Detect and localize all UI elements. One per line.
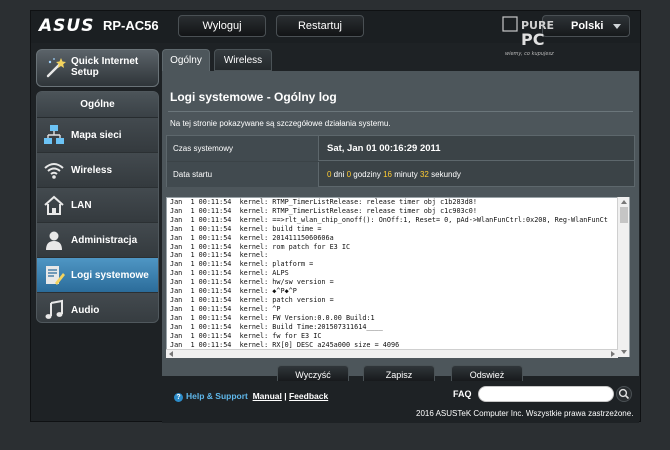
faq-search-input[interactable] — [478, 386, 614, 402]
help-support-bar: ? Help & Support Manual | Feedback — [174, 391, 328, 402]
sidebar-item-label: Audio — [71, 305, 100, 316]
uptime-value: 0 dni 0 godziny 16 minuty 32 sekundy — [327, 162, 461, 187]
log-line: Jan 1 00:11:54 kernel: RTMP_TimerListRel… — [170, 206, 477, 215]
sidebar-item-network-map[interactable]: Mapa sieci — [37, 118, 158, 153]
log-line: Jan 1 00:11:54 kernel: FW Version:0.0.00… — [170, 313, 375, 322]
log-line: Jan 1 00:11:54 kernel: 20141115060606a — [170, 233, 334, 242]
log-line: Jan 1 00:11:54 kernel: platform = — [170, 260, 314, 269]
purepc-watermark-logo: PURE PC wiemy, co kupujesz — [502, 16, 554, 57]
sidebar-item-system-log[interactable]: Logi systemowe — [37, 258, 158, 293]
sidebar-item-label: Wireless — [71, 165, 113, 176]
logout-button[interactable]: Wyloguj — [178, 15, 266, 37]
uptime-label: Data startu — [167, 162, 319, 187]
log-line: Jan 1 00:11:54 kernel: RTMP_TimerListRel… — [170, 198, 477, 206]
system-time-value: Sat, Jan 01 00:16:29 2011 — [327, 143, 441, 154]
model-name: RP-AC56 — [103, 18, 159, 33]
music-note-icon — [45, 299, 63, 319]
uptime-row: Data startu 0 dni 0 godziny 16 minuty 32… — [167, 162, 634, 187]
log-line: Jan 1 00:11:54 kernel: build time = — [170, 224, 322, 233]
uptime-minutes: 16 — [383, 170, 392, 179]
magic-wand-icon — [46, 58, 66, 78]
main-panel: Logi systemowe - Ogólny log Na tej stron… — [162, 71, 639, 376]
scroll-down-icon[interactable] — [621, 350, 627, 354]
help-support-label: Help & Support — [186, 391, 248, 401]
quick-setup-label: Quick Internet Setup — [71, 56, 139, 78]
log-textarea[interactable]: Jan 1 00:11:54 kernel: RTMP_TimerListRel… — [166, 197, 630, 357]
restart-button[interactable]: Restartuj — [276, 15, 364, 37]
log-line: Jan 1 00:11:54 kernel: ==>rlt_wlan_chip_… — [170, 215, 608, 224]
log-horizontal-scrollbar[interactable] — [166, 349, 618, 358]
sidebar-item-label: Logi systemowe — [71, 270, 149, 281]
faq-search-button[interactable] — [616, 386, 632, 402]
system-time-label: Czas systemowy — [167, 136, 319, 161]
scroll-thumb[interactable] — [620, 207, 628, 223]
log-line: Jan 1 00:11:54 kernel: patch version = — [170, 295, 334, 304]
footer-separator: | — [281, 391, 289, 401]
feedback-link[interactable]: Feedback — [289, 391, 328, 401]
log-line: Jan 1 00:11:54 kernel: ALPS — [170, 269, 289, 278]
page-title: Logi systemowe - Ogólny log — [170, 90, 337, 104]
person-icon — [46, 231, 62, 250]
log-line: Jan 1 00:11:54 kernel: fw for E3 IC — [170, 331, 322, 340]
sidebar-item-label: LAN — [71, 200, 92, 211]
scroll-up-icon[interactable] — [621, 200, 627, 204]
question-mark-icon: ? — [174, 393, 183, 402]
tab-general-log[interactable]: Ogólny log — [162, 49, 210, 88]
sidebar-item-lan[interactable]: LAN — [37, 188, 158, 223]
log-line: Jan 1 00:11:54 kernel: rom patch for E3 … — [170, 242, 351, 251]
network-map-icon — [44, 125, 64, 144]
router-admin-window: ASUS RP-AC56 Wyloguj Restartuj Polski PU… — [30, 10, 641, 423]
log-line: Jan 1 00:11:54 kernel: Build Time:201507… — [170, 322, 383, 331]
scroll-left-icon[interactable] — [169, 351, 173, 357]
page-description: Na tej stronie pokazywane są szczegółowe… — [170, 119, 391, 128]
home-icon — [44, 195, 64, 215]
title-divider — [168, 111, 633, 112]
log-line: Jan 1 00:11:54 kernel: ◆^P◆^P — [170, 287, 297, 296]
manual-link[interactable]: Manual — [253, 391, 282, 401]
sidebar-item-audio[interactable]: Audio — [37, 293, 158, 322]
log-line: Jan 1 00:11:54 kernel: hw/sw version = — [170, 278, 334, 287]
sidebar-item-label: Mapa sieci — [71, 130, 122, 141]
wireless-icon — [44, 163, 64, 179]
system-time-row: Czas systemowy Sat, Jan 01 00:16:29 2011 — [167, 136, 634, 161]
log-icon — [46, 266, 65, 285]
copyright-text: 2016 ASUSTeK Computer Inc. Wszystkie pra… — [416, 409, 634, 418]
chevron-down-icon — [613, 24, 621, 29]
uptime-seconds-text: sekundy — [428, 170, 461, 179]
sidebar-section-title: Ogólne — [37, 92, 158, 118]
sidebar-item-administration[interactable]: Administracja — [37, 223, 158, 258]
sidebar: Ogólne Mapa sieci Wireless LAN Administr… — [36, 91, 159, 323]
log-vertical-scrollbar[interactable] — [617, 197, 629, 357]
quick-internet-setup-button[interactable]: Quick Internet Setup — [36, 49, 159, 87]
system-info-table: Czas systemowy Sat, Jan 01 00:16:29 2011… — [166, 135, 635, 187]
svg-text:wiemy, co kupujesz: wiemy, co kupujesz — [505, 51, 554, 57]
uptime-days-text: dni — [331, 170, 347, 179]
sidebar-item-wireless[interactable]: Wireless — [37, 153, 158, 188]
faq-label: FAQ — [453, 389, 472, 399]
uptime-minutes-text: minuty — [391, 170, 420, 179]
svg-text:PC: PC — [521, 30, 544, 49]
tab-wireless-log[interactable]: Wireless Log — [214, 49, 272, 88]
log-line: Jan 1 00:11:54 kernel: — [170, 251, 269, 260]
log-line: Jan 1 00:11:54 kernel: ^P — [170, 304, 281, 313]
sidebar-item-label: Administracja — [71, 235, 138, 246]
scroll-right-icon[interactable] — [611, 351, 615, 357]
uptime-seconds: 32 — [419, 170, 429, 179]
uptime-hours-text: godziny — [351, 170, 384, 179]
asus-logo: ASUS — [39, 16, 95, 36]
search-icon — [618, 388, 630, 400]
